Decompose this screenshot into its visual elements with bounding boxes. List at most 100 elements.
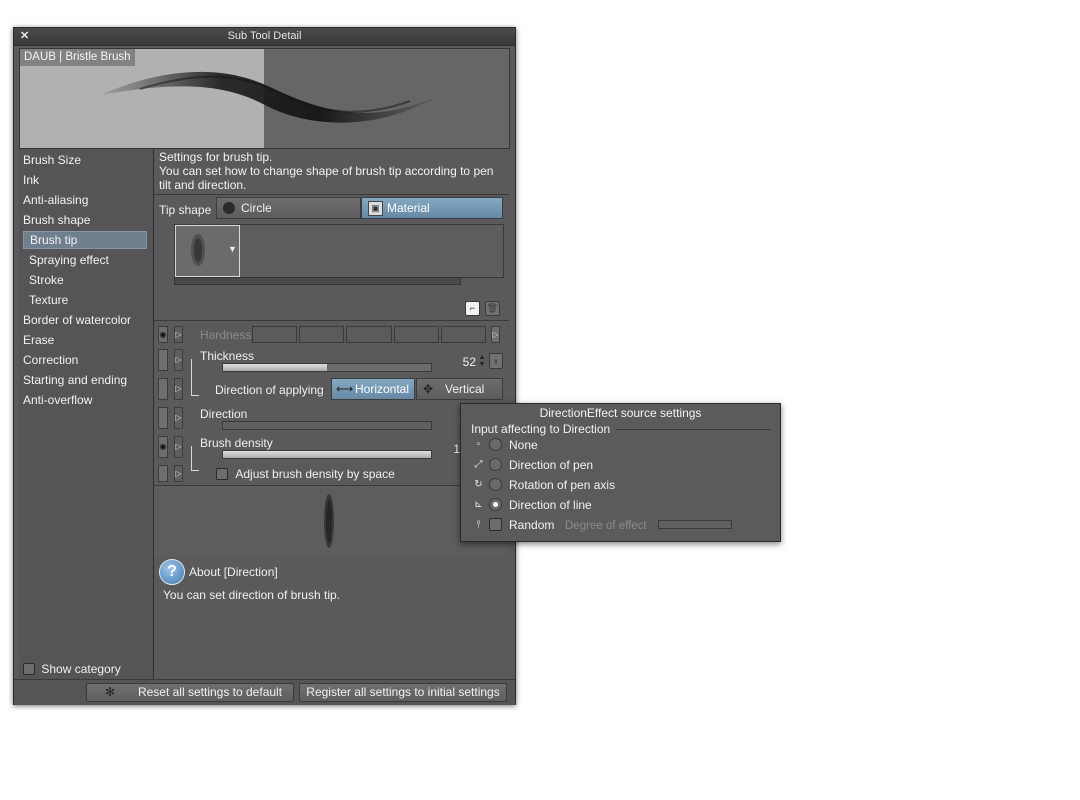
direction-applying-eye-toggle[interactable] [158,378,168,400]
vertical-icon: ✥ [423,382,434,396]
direction-horizontal-option[interactable]: ⟷ Horizontal [331,378,415,400]
help-body: You can set direction of brush tip. [163,588,340,602]
direction-vertical-option[interactable]: ✥ Vertical [416,378,503,400]
show-category-checkbox[interactable] [23,662,35,675]
popup-title: DirectionEffect source settings [539,406,702,420]
brush-density-eye-toggle[interactable]: ◉ [158,436,168,458]
thickness-expand-arrow[interactable]: ▷ [174,349,183,371]
description-line-2: You can set how to change shape of brush… [159,164,494,192]
hardness-segment[interactable] [252,326,298,343]
tip-material-list[interactable]: ▼ [174,224,504,278]
delete-material-button[interactable]: 🗑 [485,301,500,316]
direction-of-line-radio[interactable] [489,498,502,511]
category-item[interactable]: Ink [23,171,39,189]
hardness-right-arrow[interactable]: ▷ [491,326,500,343]
category-list: Brush Size Ink Anti-aliasing Brush shape Bru… [19,149,154,679]
hardness-segment[interactable] [393,326,439,343]
thickness-value[interactable]: 52 [444,355,476,369]
reset-icon: ✻ [105,685,116,699]
divider [154,194,509,195]
direction-slider[interactable] [222,421,432,430]
hardness-eye-toggle[interactable]: ◉ [158,326,168,343]
description-line-1: Settings for brush tip. [159,150,273,164]
add-material-button[interactable]: ⌐ [465,301,480,316]
rotation-label: Rotation of pen axis [509,478,616,492]
direction-label: Direction [200,407,248,421]
reset-label: Reset all settings to default [137,685,283,699]
divider [154,320,509,321]
category-item[interactable]: Brush shape [23,211,90,229]
sub-tool-detail-window: Sub Tool Detail ✕ DAUB | Bristle Brush B… [13,27,516,705]
hardness-segment[interactable] [299,326,345,343]
degree-of-effect-slider[interactable] [658,520,732,529]
hardness-segment[interactable] [346,326,392,343]
category-item[interactable]: Correction [23,351,78,369]
adjust-density-checkbox[interactable] [216,467,228,480]
horizontal-label: Horizontal [355,382,410,396]
hardness-segments[interactable] [252,326,487,343]
category-item[interactable]: Starting and ending [23,371,127,389]
random-label: Random [509,518,555,532]
help-panel: ? About [Direction] You can set directio… [154,556,509,679]
tree-line [191,446,192,470]
show-category-row[interactable]: Show category [23,661,121,676]
category-item[interactable]: Border of watercolor [23,311,131,329]
material-thumbnail[interactable]: ▼ [175,225,240,277]
register-settings-button[interactable]: Register all settings to initial setting… [299,683,507,702]
hardness-label: Hardness [200,328,252,342]
rotation-icon: ↻ [474,479,483,490]
material-icon: ▣ [368,201,383,216]
adjust-density-label: Adjust brush density by space [235,466,395,481]
degree-of-effect-label: Degree of effect [565,520,647,532]
none-label: None [509,438,538,452]
page-icon: ⌐ [469,303,476,313]
reset-settings-button[interactable]: ✻ Reset all settings to default [86,683,294,702]
material-label: Material [387,201,430,215]
tip-shape-label: Tip shape [159,203,212,217]
direction-of-pen-radio[interactable] [489,458,502,471]
tree-branch [191,395,199,396]
hardness-segment[interactable] [440,326,487,343]
category-item[interactable]: Stroke [29,271,64,289]
category-item[interactable]: Anti-overflow [23,391,92,409]
hardness-expand-arrow[interactable]: ▷ [174,326,183,343]
category-item[interactable]: Brush Size [23,151,81,169]
none-radio[interactable] [489,438,502,451]
description-text: Settings for brush tip. You can set how … [159,150,507,192]
category-item[interactable]: Brush tip [23,231,147,249]
direction-of-pen-label: Direction of pen [509,458,594,472]
brush-density-slider[interactable] [222,450,432,459]
random-checkbox[interactable] [489,518,502,531]
circle-label: Circle [241,201,272,215]
thickness-eye-toggle[interactable] [158,349,168,371]
popup-section-label: Input affecting to Direction [471,422,611,436]
rotation-radio[interactable] [489,478,502,491]
brush-density-expand-arrow[interactable]: ▷ [174,436,183,458]
close-icon[interactable]: ✕ [20,28,29,45]
adjust-density-eye-toggle[interactable] [158,465,168,482]
thickness-effect-source-button[interactable]: ♁ [489,353,503,369]
eye-icon: ◉ [159,442,167,451]
category-item[interactable]: Texture [29,291,68,309]
tree-branch [191,470,199,471]
direction-expand-arrow[interactable]: ▷ [174,407,183,429]
category-item[interactable]: Erase [23,331,54,349]
direction-applying-label: Direction of applying [215,383,324,397]
brush-density-label: Brush density [200,436,273,450]
category-item[interactable]: Spraying effect [29,251,109,269]
material-scrollbar[interactable] [174,277,461,285]
category-item[interactable]: Anti-aliasing [23,191,88,209]
stroke-preview [154,485,509,557]
adjust-density-row[interactable]: Adjust brush density by space [216,466,395,481]
adjust-density-expand-arrow[interactable]: ▷ [174,465,183,482]
direction-eye-toggle[interactable] [158,407,168,429]
tip-shape-material-option[interactable]: ▣ Material [361,197,503,219]
direction-applying-expand-arrow[interactable]: ▷ [174,378,183,400]
help-title: About [Direction] [189,565,278,579]
brush-density-value[interactable]: 1 [444,442,460,456]
thickness-slider[interactable] [222,363,432,372]
dropdown-arrow-icon[interactable]: ▼ [228,245,237,254]
thickness-spinner[interactable]: ▲ ▼ [478,354,486,368]
tip-shape-circle-option[interactable]: Circle [216,197,361,219]
brush-preview: DAUB | Bristle Brush [19,48,510,149]
